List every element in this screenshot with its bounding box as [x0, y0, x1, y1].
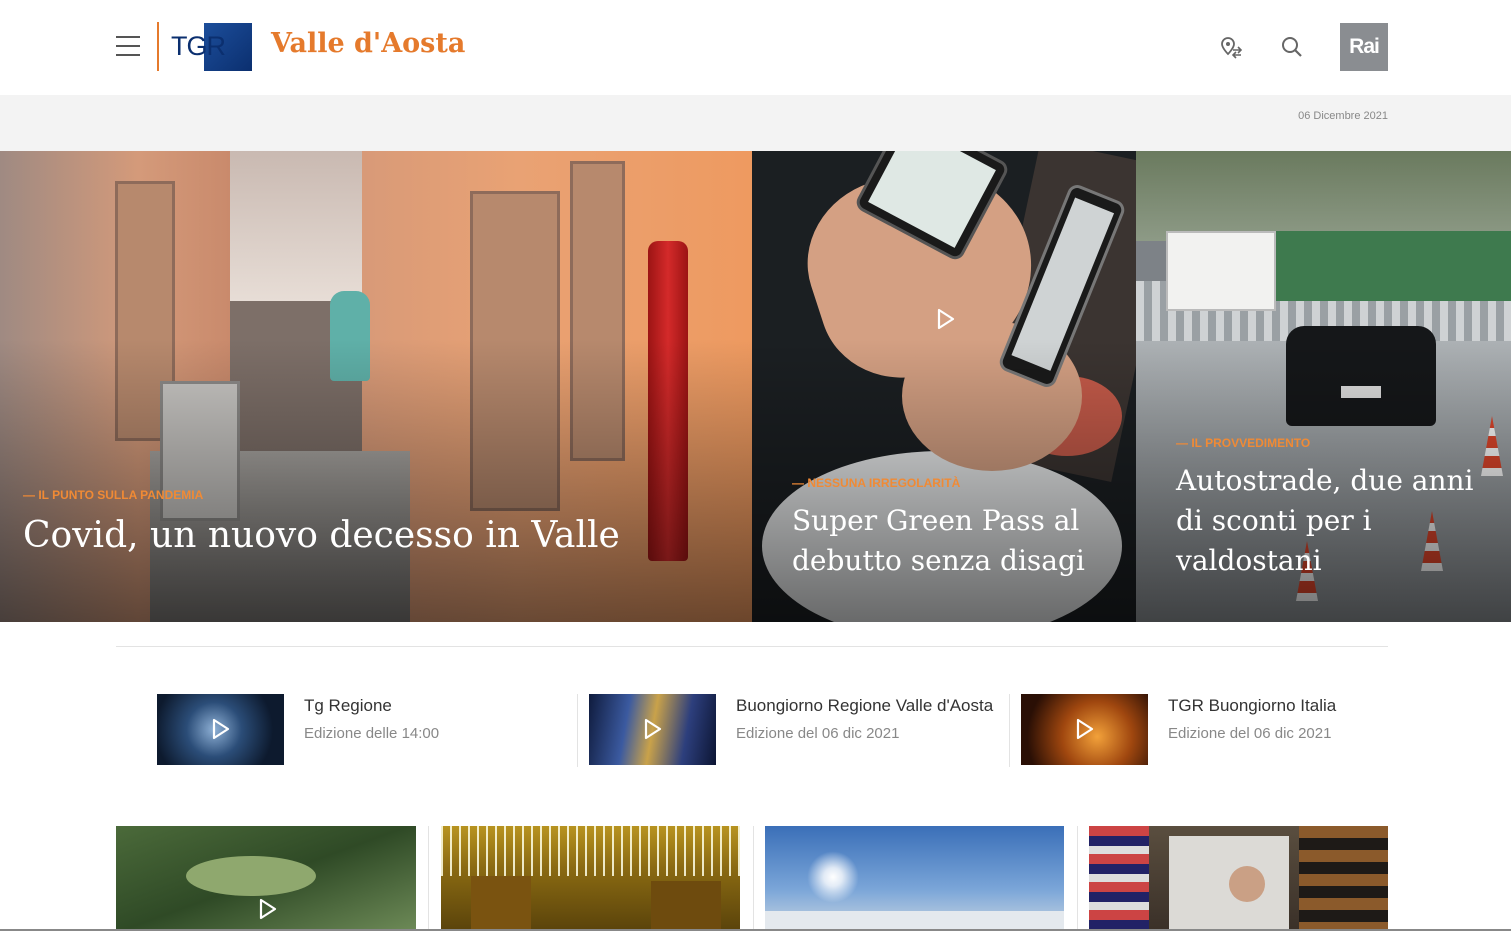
- hero-kicker: Il punto sulla pandemia: [23, 488, 203, 502]
- play-icon[interactable]: [639, 716, 665, 742]
- video-thumbnail[interactable]: [157, 694, 284, 765]
- video-separator: [1009, 694, 1010, 767]
- video-subtitle: Edizione del 06 dic 2021: [736, 725, 900, 742]
- region-title[interactable]: Valle d'Aosta: [271, 28, 465, 59]
- rai-logo-text: Rai: [1349, 35, 1380, 58]
- video-title[interactable]: Buongiorno Regione Valle d'Aosta: [736, 696, 993, 716]
- hero-headline[interactable]: Autostrade, due anni di sconti per i val…: [1176, 461, 1496, 581]
- video-subtitle: Edizione del 06 dic 2021: [1168, 725, 1332, 742]
- brand-divider: [157, 22, 159, 71]
- play-icon[interactable]: [254, 896, 280, 922]
- video-separator: [577, 694, 578, 767]
- video-item-buongiorno-regione[interactable]: Buongiorno Regione Valle d'Aosta Edizion…: [589, 694, 999, 765]
- current-date: 06 Dicembre 2021: [1298, 110, 1388, 122]
- date-strip: 06 Dicembre 2021: [0, 95, 1511, 151]
- rai-logo[interactable]: Rai: [1340, 23, 1388, 71]
- play-icon[interactable]: [932, 306, 958, 332]
- hero-card-covid[interactable]: Il punto sulla pandemia Covid, un nuovo …: [0, 151, 752, 622]
- video-thumbnail[interactable]: [1021, 694, 1148, 765]
- news-thumbnail[interactable]: [441, 826, 740, 931]
- play-icon[interactable]: [1071, 716, 1097, 742]
- video-title[interactable]: Tg Regione: [304, 696, 392, 716]
- video-item-buongiorno-italia[interactable]: TGR Buongiorno Italia Edizione del 06 di…: [1021, 694, 1388, 765]
- hero-headline[interactable]: Covid, un nuovo decesso in Valle: [23, 516, 723, 556]
- section-divider: [116, 646, 1388, 647]
- hero-section: Il punto sulla pandemia Covid, un nuovo …: [0, 151, 1511, 622]
- search-icon[interactable]: [1279, 34, 1305, 60]
- thumb-separator: [753, 826, 754, 931]
- video-title[interactable]: TGR Buongiorno Italia: [1168, 696, 1336, 716]
- video-item-tg-regione[interactable]: Tg Regione Edizione delle 14:00: [157, 694, 567, 765]
- tgr-logo-text: TGR: [171, 31, 226, 61]
- hero-kicker: Nessuna irregolarità: [792, 476, 960, 490]
- news-thumbnail[interactable]: [765, 826, 1064, 931]
- news-thumbnail[interactable]: [1089, 826, 1388, 931]
- hero-kicker: Il provvedimento: [1176, 436, 1310, 450]
- location-icon[interactable]: [1219, 34, 1245, 60]
- play-icon[interactable]: [207, 716, 233, 742]
- news-thumbnail[interactable]: [116, 826, 416, 931]
- hero-headline[interactable]: Super Green Pass al debutto senza disagi: [792, 501, 1122, 581]
- hero-card-autostrade[interactable]: Il provvedimento Autostrade, due anni di…: [1136, 151, 1511, 622]
- menu-icon[interactable]: [116, 36, 140, 58]
- video-subtitle: Edizione delle 14:00: [304, 725, 440, 742]
- site-header: TGR Valle d'Aosta Rai: [0, 0, 1511, 95]
- video-thumbnail[interactable]: [589, 694, 716, 765]
- tgr-logo[interactable]: TGR: [171, 23, 252, 71]
- thumb-separator: [1077, 826, 1078, 931]
- hero-card-green-pass[interactable]: Nessuna irregolarità Super Green Pass al…: [752, 151, 1136, 622]
- thumb-separator: [428, 826, 429, 931]
